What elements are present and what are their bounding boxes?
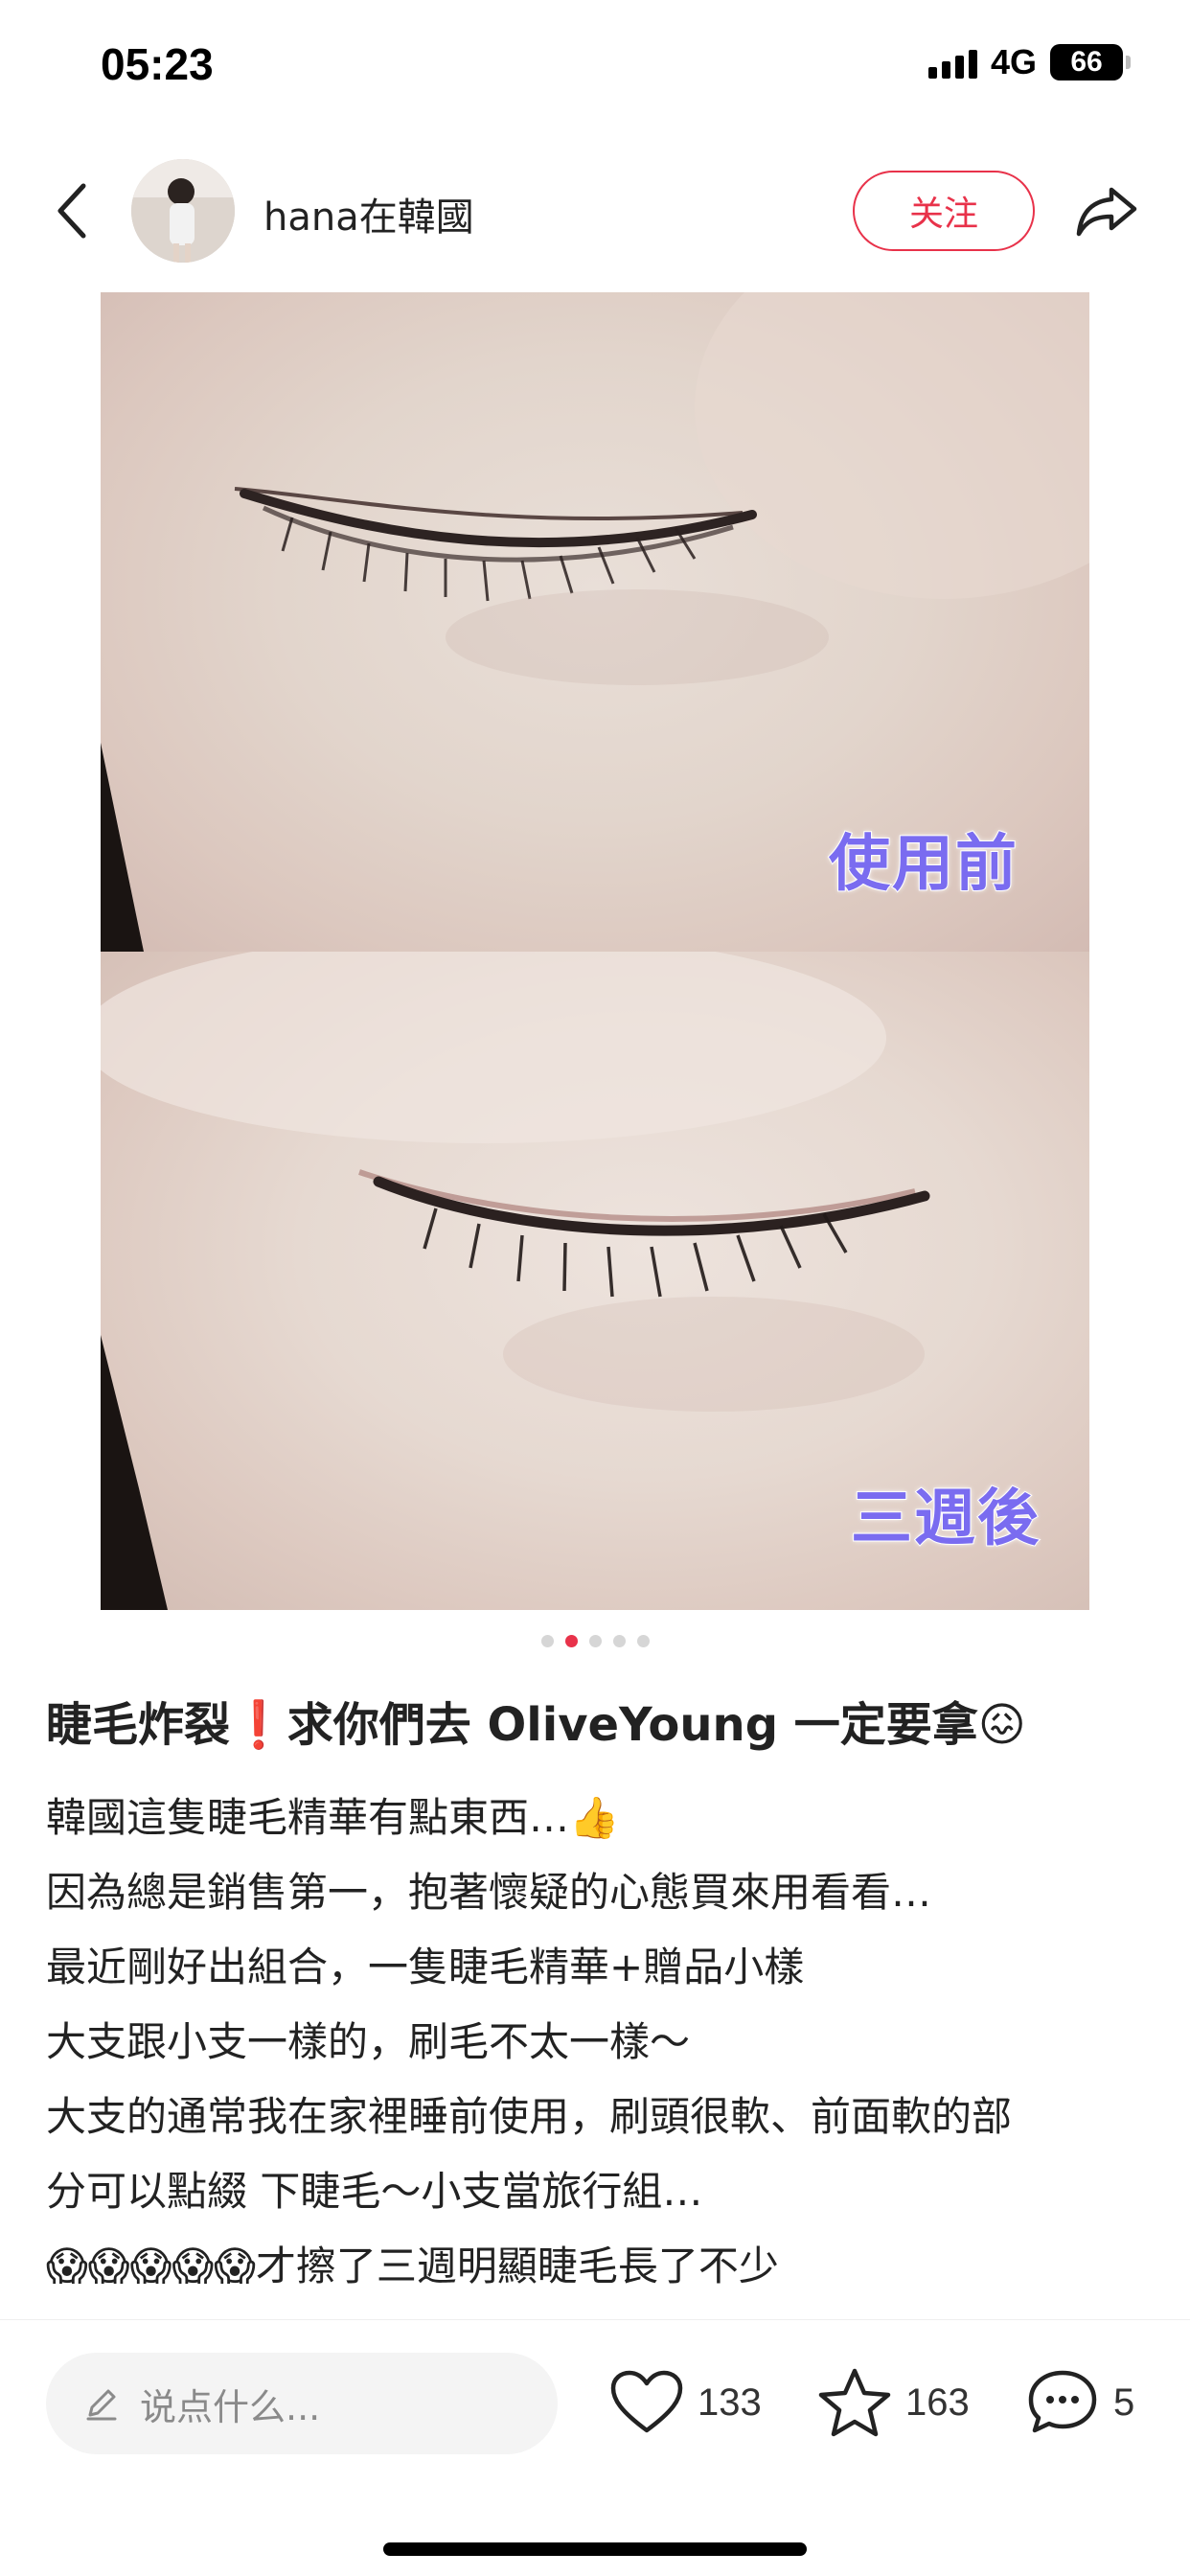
comment-input[interactable]: 说点什么... [46,2353,558,2454]
signal-icon [927,46,977,79]
post-title: 睫毛炸裂❗️求你們去 OliveYoung 一定要拿😖 [46,1698,1026,1752]
before-photo: 使用前 [101,292,1089,952]
post-content: 睫毛炸裂❗️求你們去 OliveYoung 一定要拿😖 韓國這隻睫毛精華有點東西… [46,1687,1157,2304]
battery-icon: 66 [1050,44,1131,80]
after-photo: 三週後 [101,952,1089,1610]
after-label: 三週後 [850,1483,1041,1555]
comment-placeholder: 说点什么... [140,2385,321,2428]
pagination-dot[interactable] [636,1635,650,1647]
comment-bubble-icon [1028,2370,1097,2433]
like-button[interactable]: 133 [609,2358,762,2447]
network-type: 4G [990,42,1037,81]
author-name[interactable]: hana在韓國 [263,186,474,242]
post-header: hana在韓國 关注 [0,153,1190,268]
before-label: 使用前 [828,828,1018,901]
collect-button[interactable]: 163 [817,2358,970,2447]
post-image-carousel[interactable]: 使用前 三週後 [101,292,1089,1610]
follow-button[interactable]: 关注 [853,171,1035,251]
status-bar: 05:23 4G 66 [0,0,1190,134]
collect-count: 163 [905,2380,970,2424]
post-body-line: 分可以點綴 下睫毛～小支當旅行組… [46,2168,703,2215]
pencil-icon [86,2389,117,2421]
chevron-left-icon [57,183,86,239]
share-button[interactable] [1068,177,1145,244]
post-body-line: 大支的通常我在家裡睡前使用，刷頭很軟、前面軟的部 [46,2093,1013,2140]
carousel-pagination [0,1635,1190,1647]
pagination-dot[interactable] [612,1635,626,1647]
bottom-action-bar: 说点什么... 133 163 5 [0,2319,1190,2576]
comment-count: 5 [1113,2380,1135,2424]
post-body-line: 最近剛好出組合，一隻睫毛精華+贈品小樣 [46,1944,805,1990]
back-button[interactable] [38,172,105,249]
post-body-line: 因為總是銷售第一，抱著懷疑的心態買來用看看… [46,1869,932,1916]
share-arrow-icon [1076,187,1137,237]
avatar-image [131,159,235,263]
post-body: 韓國這隻睫毛精華有點東西…👍 因為總是銷售第一，抱著懷疑的心態買來用看看… 最近… [46,1781,1157,2304]
post-body-line: 😱😱😱😱😱才擦了三週明顯睫毛長了不少 [46,2242,779,2289]
heart-icon [610,2370,683,2433]
battery-level: 66 [1070,46,1103,78]
star-icon [818,2368,891,2437]
status-time: 05:23 [101,39,214,89]
author-avatar[interactable] [131,159,235,263]
post-body-line: 大支跟小支一樣的，刷毛不太一樣～ [46,2018,691,2065]
like-count: 133 [698,2380,762,2424]
comment-button[interactable]: 5 [1025,2358,1134,2447]
pagination-dot[interactable] [540,1635,554,1647]
status-indicators: 4G 66 [927,42,1131,82]
pagination-dot[interactable] [588,1635,602,1647]
pagination-dot-active[interactable] [564,1635,578,1647]
post-body-line: 韓國這隻睫毛精華有點東西…👍 [46,1794,620,1841]
home-indicator[interactable] [383,2542,807,2556]
